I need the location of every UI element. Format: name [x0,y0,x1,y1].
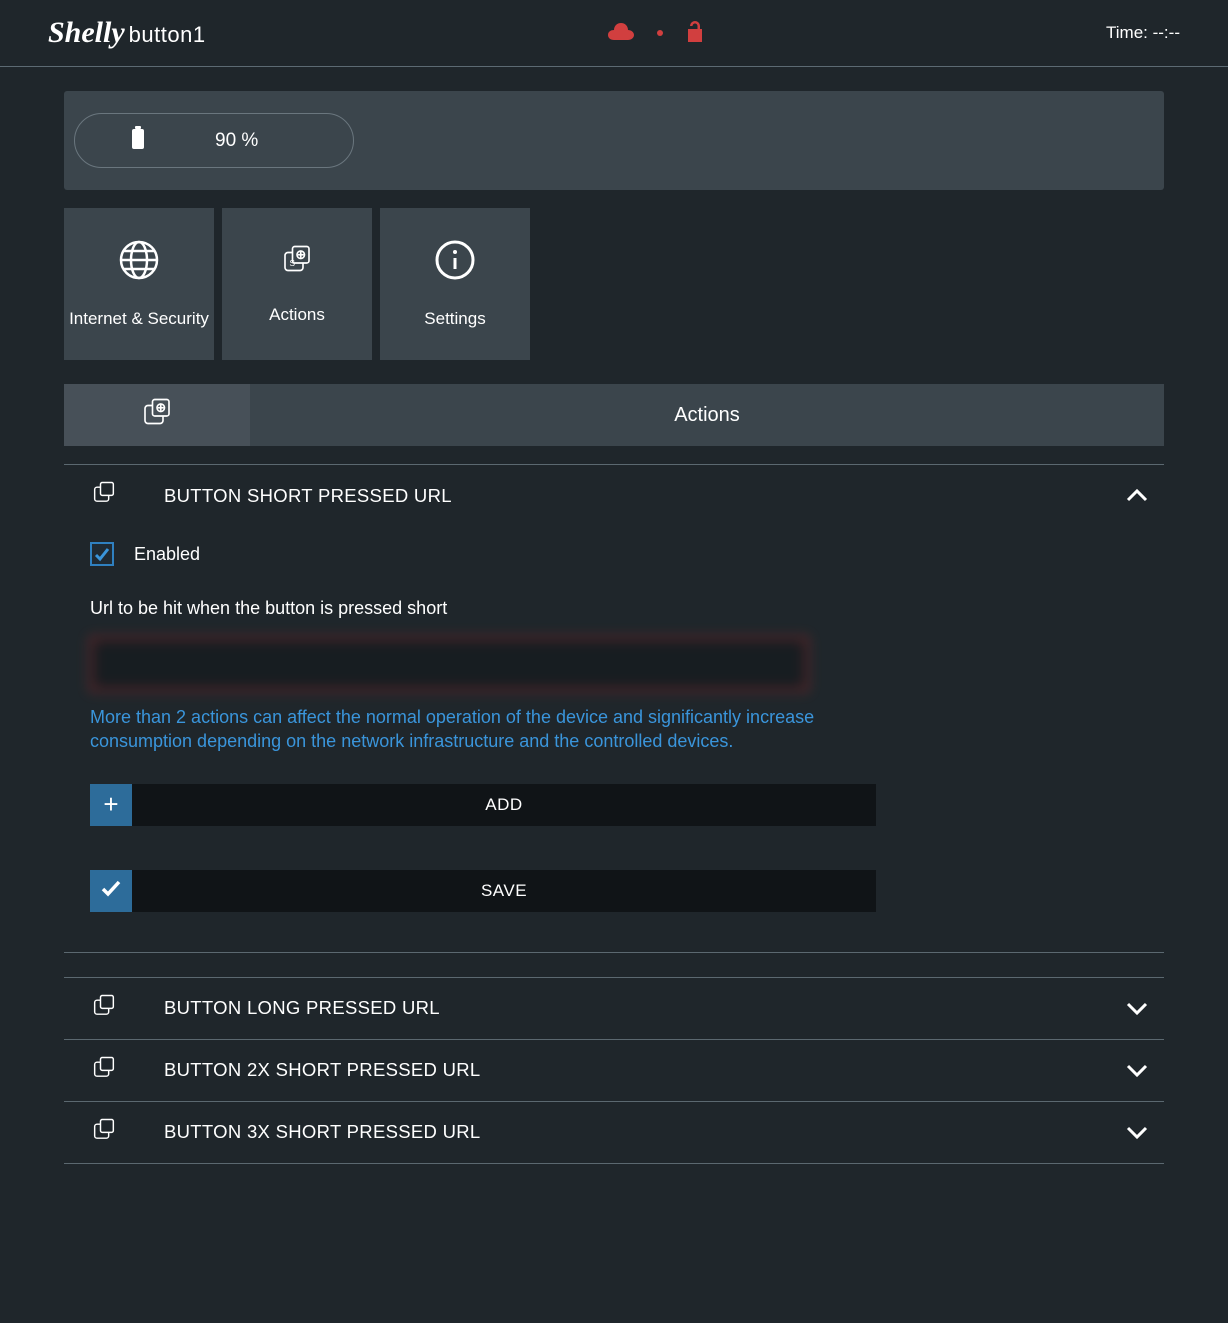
unlock-icon [686,20,704,47]
info-icon [433,238,477,287]
battery-icon [131,126,145,155]
section-header-3x-short-press[interactable]: BUTTON 3X SHORT PRESSED URL [64,1101,1164,1164]
tab-label: Actions [674,404,740,427]
add-button[interactable]: ADD [132,784,876,826]
add-label: ADD [485,795,522,815]
actions-icon [90,992,118,1025]
brand-name: Shelly [48,16,125,50]
globe-icon [117,238,161,287]
collapsed-actions-list: BUTTON LONG PRESSED URL BUTTON 2X SHORT … [64,977,1164,1164]
main-content: 90 % Internet & Security S Actions [0,67,1228,1264]
section-header-long-press[interactable]: BUTTON LONG PRESSED URL [64,977,1164,1039]
actions-icon [90,1054,118,1087]
section-header-short-press[interactable]: BUTTON SHORT PRESSED URL [64,465,1164,526]
battery-indicator: 90 % [74,113,354,168]
tab-bar: Actions [64,384,1164,446]
save-label: SAVE [481,881,527,901]
chevron-down-icon [1124,1057,1150,1083]
action-section-expanded: BUTTON SHORT PRESSED URL Enabled Url to … [64,464,1164,953]
tile-settings[interactable]: Settings [380,208,530,360]
actions-icon [90,1116,118,1149]
battery-percent: 90 % [215,130,258,152]
section-title: BUTTON 3X SHORT PRESSED URL [164,1121,1078,1143]
clock-display: Time: --:-- [1106,23,1180,43]
chevron-up-icon [1124,483,1150,509]
check-icon [100,875,122,906]
status-bar: 90 % [64,91,1164,190]
tile-actions[interactable]: S Actions [222,208,372,360]
enabled-checkbox[interactable] [90,542,114,566]
brand-logo: Shelly button1 [48,16,206,50]
tile-label: Actions [269,305,325,325]
tile-label: Internet & Security [69,309,209,329]
chevron-down-icon [1124,1119,1150,1145]
section-title: BUTTON 2X SHORT PRESSED URL [164,1059,1078,1081]
enabled-row: Enabled [90,542,1164,566]
plus-icon: + [103,789,118,820]
header-status-icons [608,20,704,47]
tile-internet-security[interactable]: Internet & Security [64,208,214,360]
enabled-label: Enabled [134,544,200,565]
section-title: BUTTON SHORT PRESSED URL [164,485,1078,507]
svg-text:S: S [290,259,296,268]
dot-icon [656,24,664,42]
warning-text: More than 2 actions can affect the norma… [90,705,870,754]
add-plus-button[interactable]: + [90,784,132,826]
tab-icon-actions[interactable] [64,384,250,446]
actions-icon [90,479,118,512]
app-header: Shelly button1 Time: --:-- [0,0,1228,67]
product-name: button1 [129,22,206,48]
url-input[interactable] [90,637,808,691]
section-title: BUTTON LONG PRESSED URL [164,997,1078,1019]
save-check-button[interactable] [90,870,132,912]
cloud-icon [608,22,634,45]
save-button[interactable]: SAVE [132,870,876,912]
chevron-down-icon [1124,995,1150,1021]
save-button-row: SAVE [90,870,876,912]
add-button-row: + ADD [90,784,876,826]
section-body: Enabled Url to be hit when the button is… [64,526,1164,952]
actions-icon [139,395,175,436]
action-description: Url to be hit when the button is pressed… [90,598,1164,619]
actions-icon: S [279,242,315,283]
nav-tiles: Internet & Security S Actions Settings [64,208,1164,360]
tab-actions[interactable]: Actions [250,384,1164,446]
tile-label: Settings [424,309,485,329]
section-header-2x-short-press[interactable]: BUTTON 2X SHORT PRESSED URL [64,1039,1164,1101]
